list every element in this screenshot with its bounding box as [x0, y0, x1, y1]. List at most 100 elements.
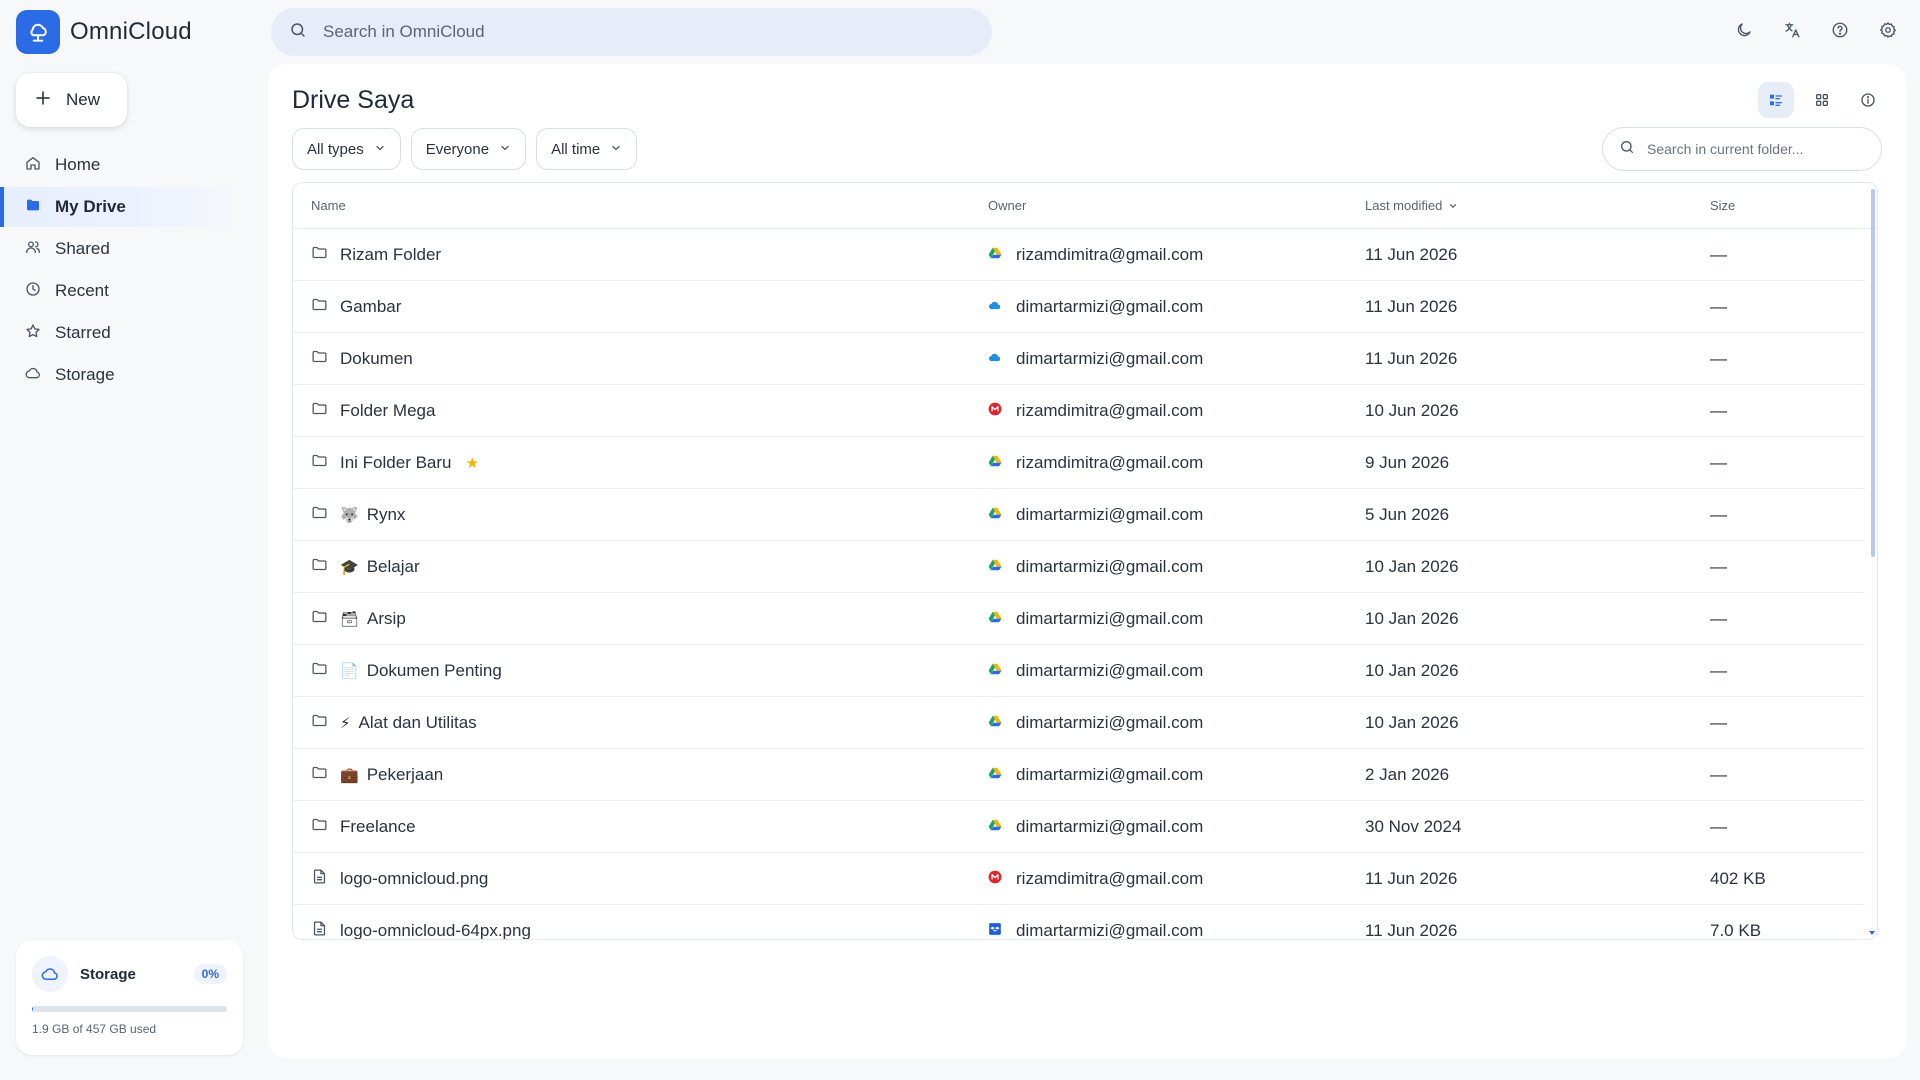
storage-card[interactable]: Storage 0% 1.9 GB of 457 GB used [16, 940, 243, 1055]
modified-date: 11 Jun 2026 [1365, 245, 1458, 264]
sidebar-item-my-drive[interactable]: My Drive [0, 187, 240, 227]
sidebar-item-home[interactable]: Home [0, 145, 240, 185]
info-icon[interactable] [1850, 82, 1886, 118]
folder-icon [311, 244, 328, 266]
omnicloud-logo-icon [16, 10, 60, 54]
mega-icon [988, 401, 1002, 421]
table-body: Rizam Folder rizamdimitra@gmail.com 11 Jun… [293, 229, 1877, 940]
column-last-modified[interactable]: Last modified [1365, 198, 1458, 213]
modified-date: 11 Jun 2026 [1365, 297, 1458, 316]
column-size[interactable]: Size [1710, 198, 1735, 213]
page-title: Drive Saya [292, 86, 415, 114]
storage-progress-fill [32, 1006, 33, 1012]
file-table: Name Owner Last modified Size Rizam Fold… [292, 182, 1878, 940]
folder-row[interactable]: Freelance dimartarmizi@gmail.com 30 Nov 20… [293, 801, 1865, 853]
cloud-icon [32, 956, 68, 992]
view-controls [1758, 82, 1886, 118]
item-name: Belajar [366, 557, 420, 576]
owner-email: rizamdimitra@gmail.com [1016, 245, 1204, 264]
storage-title: Storage [80, 965, 136, 983]
folder-emoji-icon: 📄 [340, 663, 359, 680]
sidebar-item-starred[interactable]: Starred [0, 313, 240, 353]
help-icon[interactable] [1828, 18, 1852, 42]
item-name: logo-omnicloud-64px.png [340, 921, 531, 940]
filter-people[interactable]: Everyone [410, 128, 527, 170]
chevron-down-icon [499, 141, 511, 158]
top-bar: OmniCloud [0, 0, 1920, 64]
starred-icon[interactable]: ★ [466, 454, 479, 472]
filter-time[interactable]: All time [536, 128, 638, 170]
sidebar-item-recent[interactable]: Recent [0, 271, 240, 311]
scroll-down-arrow[interactable] [1869, 931, 1875, 935]
users-icon [25, 239, 41, 260]
scrollbar[interactable] [1871, 189, 1875, 557]
folder-icon [311, 348, 328, 370]
folder-row[interactable]: 🗃 Arsip dimartarmizi@gmail.com 10 Jan 2026 — [293, 593, 1865, 645]
gdrive-icon [988, 505, 1002, 525]
modified-date: 2 Jan 2026 [1365, 765, 1450, 784]
app-logo[interactable]: OmniCloud [16, 10, 192, 54]
list-view-icon[interactable] [1758, 82, 1794, 118]
translate-icon[interactable] [1780, 18, 1804, 42]
sidebar-item-label: Storage [55, 365, 115, 384]
item-size: 402 KB [1710, 869, 1766, 888]
modified-date: 10 Jan 2026 [1365, 661, 1459, 680]
filter-label: All time [551, 140, 601, 158]
folder-emoji-icon: 🗃 [340, 611, 360, 628]
chevron-down-icon [610, 141, 622, 158]
folder-row[interactable]: 🎓 Belajar dimartarmizi@gmail.com 10 Jan 202… [293, 541, 1865, 593]
settings-icon[interactable] [1876, 18, 1900, 42]
item-size: — [1710, 713, 1727, 732]
item-name: Pekerjaan [366, 765, 444, 784]
file-row[interactable]: logo-omnicloud-64px.png dimartarmizi@gmai… [293, 905, 1865, 940]
folder-icon [311, 608, 328, 630]
file-icon [311, 868, 328, 890]
chevron-down-icon [374, 141, 386, 158]
new-button[interactable]: New [16, 73, 127, 127]
file-row[interactable]: logo-omnicloud.png rizamdimitra@gmail.com… [293, 853, 1865, 905]
folder-row[interactable]: 💼 Pekerjaan dimartarmizi@gmail.com 2 Jan 20… [293, 749, 1865, 801]
folder-row[interactable]: Rizam Folder rizamdimitra@gmail.com 11 Jun… [293, 229, 1865, 281]
folder-row[interactable]: Ini Folder Baru ★ rizamdimitra@gmail.com 9 … [293, 437, 1865, 489]
folder-search-input[interactable] [1647, 141, 1881, 157]
filter-type[interactable]: All types [292, 128, 401, 170]
folder-emoji-icon: 💼 [340, 767, 359, 784]
mega-icon [988, 869, 1002, 889]
folder-row[interactable]: 🐺 Rynx dimartarmizi@gmail.com 5 Jun 2026 — [293, 489, 1865, 541]
storage-percent-badge: 0% [193, 964, 227, 984]
folder-row[interactable]: Dokumen dimartarmizi@gmail.com 11 Jun 2026… [293, 333, 1865, 385]
new-button-label: New [66, 90, 101, 109]
onedrive-icon [988, 349, 1002, 369]
item-name: Rizam Folder [340, 245, 442, 264]
clock-icon [25, 281, 41, 302]
modified-date: 10 Jan 2026 [1365, 609, 1459, 628]
item-size: — [1710, 245, 1727, 264]
folder-row[interactable]: ⚡ Alat dan Utilitas dimartarmizi@gmail.com… [293, 697, 1865, 749]
search-icon [289, 21, 307, 44]
grid-view-icon[interactable] [1804, 82, 1840, 118]
folder-row[interactable]: 📄 Dokumen Penting dimartarmizi@gmail.com 10… [293, 645, 1865, 697]
filter-bar: All types Everyone All time [292, 128, 638, 170]
folder-row[interactable]: Gambar dimartarmizi@gmail.com 11 Jun 2026 — [293, 281, 1865, 333]
sidebar-item-shared[interactable]: Shared [0, 229, 240, 269]
owner-email: rizamdimitra@gmail.com [1016, 869, 1204, 888]
search-input[interactable] [323, 22, 992, 42]
item-size: — [1710, 557, 1727, 576]
moon-icon[interactable] [1732, 18, 1756, 42]
folder-emoji-icon: 🎓 [340, 559, 359, 576]
folder-icon [311, 816, 328, 838]
owner-email: dimartarmizi@gmail.com [1016, 609, 1204, 628]
column-name[interactable]: Name [311, 198, 346, 213]
modified-date: 11 Jun 2026 [1365, 921, 1458, 940]
sidebar-item-storage[interactable]: Storage [0, 355, 240, 395]
column-owner[interactable]: Owner [988, 198, 1026, 213]
home-icon [25, 155, 41, 176]
folder-search[interactable] [1602, 127, 1882, 171]
item-name: Gambar [340, 297, 402, 316]
item-name: Ini Folder Baru [340, 453, 452, 472]
global-search[interactable] [271, 8, 992, 56]
item-name: Dokumen Penting [366, 661, 502, 680]
search-icon [1619, 139, 1635, 160]
owner-email: dimartarmizi@gmail.com [1016, 349, 1204, 368]
folder-row[interactable]: Folder Mega rizamdimitra@gmail.com 10 Jun … [293, 385, 1865, 437]
